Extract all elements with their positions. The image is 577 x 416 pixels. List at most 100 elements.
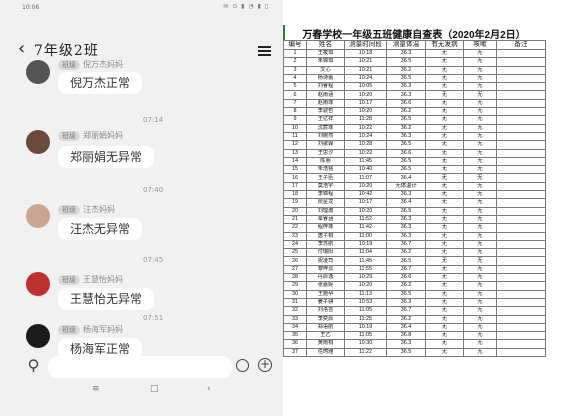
table-cell[interactable]: 无 [425, 339, 464, 349]
table-cell[interactable] [496, 239, 546, 250]
table-cell[interactable] [496, 206, 546, 216]
table-cell[interactable]: 无 [463, 82, 497, 92]
table-cell[interactable]: 无 [463, 90, 497, 100]
table-cell[interactable]: 36.6 [386, 272, 426, 283]
table-cell[interactable] [496, 156, 546, 167]
table-cell[interactable]: 无 [425, 206, 464, 216]
table-cell[interactable]: 文心 [306, 65, 345, 75]
table-cell[interactable]: 36.3 [386, 297, 426, 308]
table-cell[interactable]: 无 [463, 331, 497, 341]
table-cell[interactable]: 36 [283, 339, 307, 349]
avatar[interactable] [26, 324, 50, 348]
table-cell[interactable]: 无 [425, 98, 464, 109]
table-cell[interactable]: 22 [283, 223, 307, 233]
table-cell[interactable]: 无 [425, 256, 464, 266]
table-cell[interactable]: 无 [425, 140, 464, 150]
table-cell[interactable]: 无 [425, 131, 464, 142]
table-cell[interactable]: 16 [283, 173, 307, 183]
table-cell[interactable]: 郑语航 [306, 322, 345, 333]
table-cell[interactable] [496, 48, 546, 59]
table-cell[interactable]: 36.5 [386, 256, 426, 266]
table-cell[interactable]: 无体温计 [386, 181, 426, 192]
table-cell[interactable]: 无 [425, 347, 464, 358]
column-header[interactable]: 备注 [496, 40, 546, 50]
column-header[interactable]: 测量时间段 [344, 40, 387, 50]
table-cell[interactable]: 无 [425, 198, 464, 208]
table-cell[interactable]: 10:20 [344, 281, 387, 291]
table-cell[interactable]: 刘睿程 [306, 82, 345, 92]
table-cell[interactable]: 无 [463, 148, 497, 158]
table-cell[interactable] [496, 165, 546, 175]
table-cell[interactable]: 无 [463, 314, 497, 324]
table-cell[interactable]: 31 [283, 297, 307, 308]
table-cell[interactable]: 10:29 [344, 272, 387, 283]
table-cell[interactable]: 无 [463, 123, 497, 133]
table-cell[interactable] [496, 347, 546, 358]
table-cell[interactable]: 10:24 [344, 73, 387, 84]
table-cell[interactable]: 23 [283, 231, 307, 241]
table-cell[interactable] [496, 331, 546, 341]
table-cell[interactable]: 36.6 [386, 148, 426, 158]
table-cell[interactable]: 10:22 [344, 148, 387, 158]
table-cell[interactable]: 朱浩铭 [306, 165, 345, 175]
table-cell[interactable] [496, 272, 546, 283]
table-cell[interactable]: 36.3 [386, 214, 426, 225]
table-cell[interactable]: 10:28 [344, 140, 387, 150]
table-cell[interactable]: 1 [283, 48, 307, 59]
table-cell[interactable]: 无 [425, 272, 464, 283]
table-cell[interactable] [496, 297, 546, 308]
table-cell[interactable]: 无 [463, 65, 497, 75]
avatar[interactable] [26, 204, 50, 228]
table-cell[interactable]: 11:07 [344, 173, 387, 183]
table-cell[interactable]: 无 [425, 223, 464, 233]
table-cell[interactable]: 11:25 [344, 314, 387, 324]
table-cell[interactable]: 11:42 [344, 223, 387, 233]
message-input[interactable] [48, 356, 232, 378]
table-cell[interactable]: 无 [463, 322, 497, 333]
table-cell[interactable] [496, 190, 546, 200]
table-cell[interactable] [496, 57, 546, 67]
table-cell[interactable]: 无 [463, 339, 497, 349]
table-cell[interactable]: 11:04 [344, 248, 387, 258]
table-cell[interactable]: 无 [425, 123, 464, 133]
table-cell[interactable]: 姜子骐 [306, 297, 345, 308]
table-cell[interactable]: 35 [283, 331, 307, 341]
table-cell[interactable]: 36.6 [386, 98, 426, 109]
table-cell[interactable]: 18 [283, 190, 307, 200]
table-cell[interactable]: 杨诗蕾 [306, 73, 345, 84]
table-cell[interactable]: 10 [283, 123, 307, 133]
table-cell[interactable]: 11:00 [344, 231, 387, 241]
table-cell[interactable] [496, 181, 546, 192]
table-cell[interactable]: 36.2 [386, 65, 426, 75]
table-cell[interactable]: 33 [283, 314, 307, 324]
table-cell[interactable]: 无 [463, 165, 497, 175]
table-cell[interactable]: 无 [425, 115, 464, 125]
table-cell[interactable]: 无 [425, 165, 464, 175]
table-cell[interactable]: 36.5 [386, 289, 426, 299]
voice-icon[interactable] [28, 359, 39, 373]
avatar[interactable] [26, 60, 50, 84]
table-cell[interactable]: 36.2 [386, 248, 426, 258]
table-cell[interactable]: 无 [463, 239, 497, 250]
table-cell[interactable]: 11:45 [344, 256, 387, 266]
table-cell[interactable]: 无 [425, 281, 464, 291]
table-cell[interactable] [496, 306, 546, 316]
table-cell[interactable] [496, 90, 546, 100]
table-cell[interactable]: 无 [425, 306, 464, 316]
table-cell[interactable]: 无 [463, 140, 497, 150]
table-cell[interactable]: 36.2 [386, 314, 426, 324]
table-cell[interactable]: 27 [283, 264, 307, 275]
table-cell[interactable]: 10:53 [344, 297, 387, 308]
table-cell[interactable]: 36.5 [386, 165, 426, 175]
table-cell[interactable]: 10:20 [344, 206, 387, 216]
column-header[interactable]: 姓名 [306, 40, 345, 50]
table-cell[interactable]: 李奕辰 [306, 314, 345, 324]
table-cell[interactable]: 王筱琪 [306, 48, 345, 59]
column-header[interactable]: 有无发病 [425, 40, 464, 50]
table-cell[interactable]: 无 [463, 190, 497, 200]
table-cell[interactable]: 4 [283, 73, 307, 84]
table-cell[interactable]: 无 [425, 65, 464, 75]
table-cell[interactable]: 刘理澈 [306, 206, 345, 216]
table-cell[interactable] [496, 98, 546, 109]
table-cell[interactable]: 王乙 [306, 331, 345, 341]
